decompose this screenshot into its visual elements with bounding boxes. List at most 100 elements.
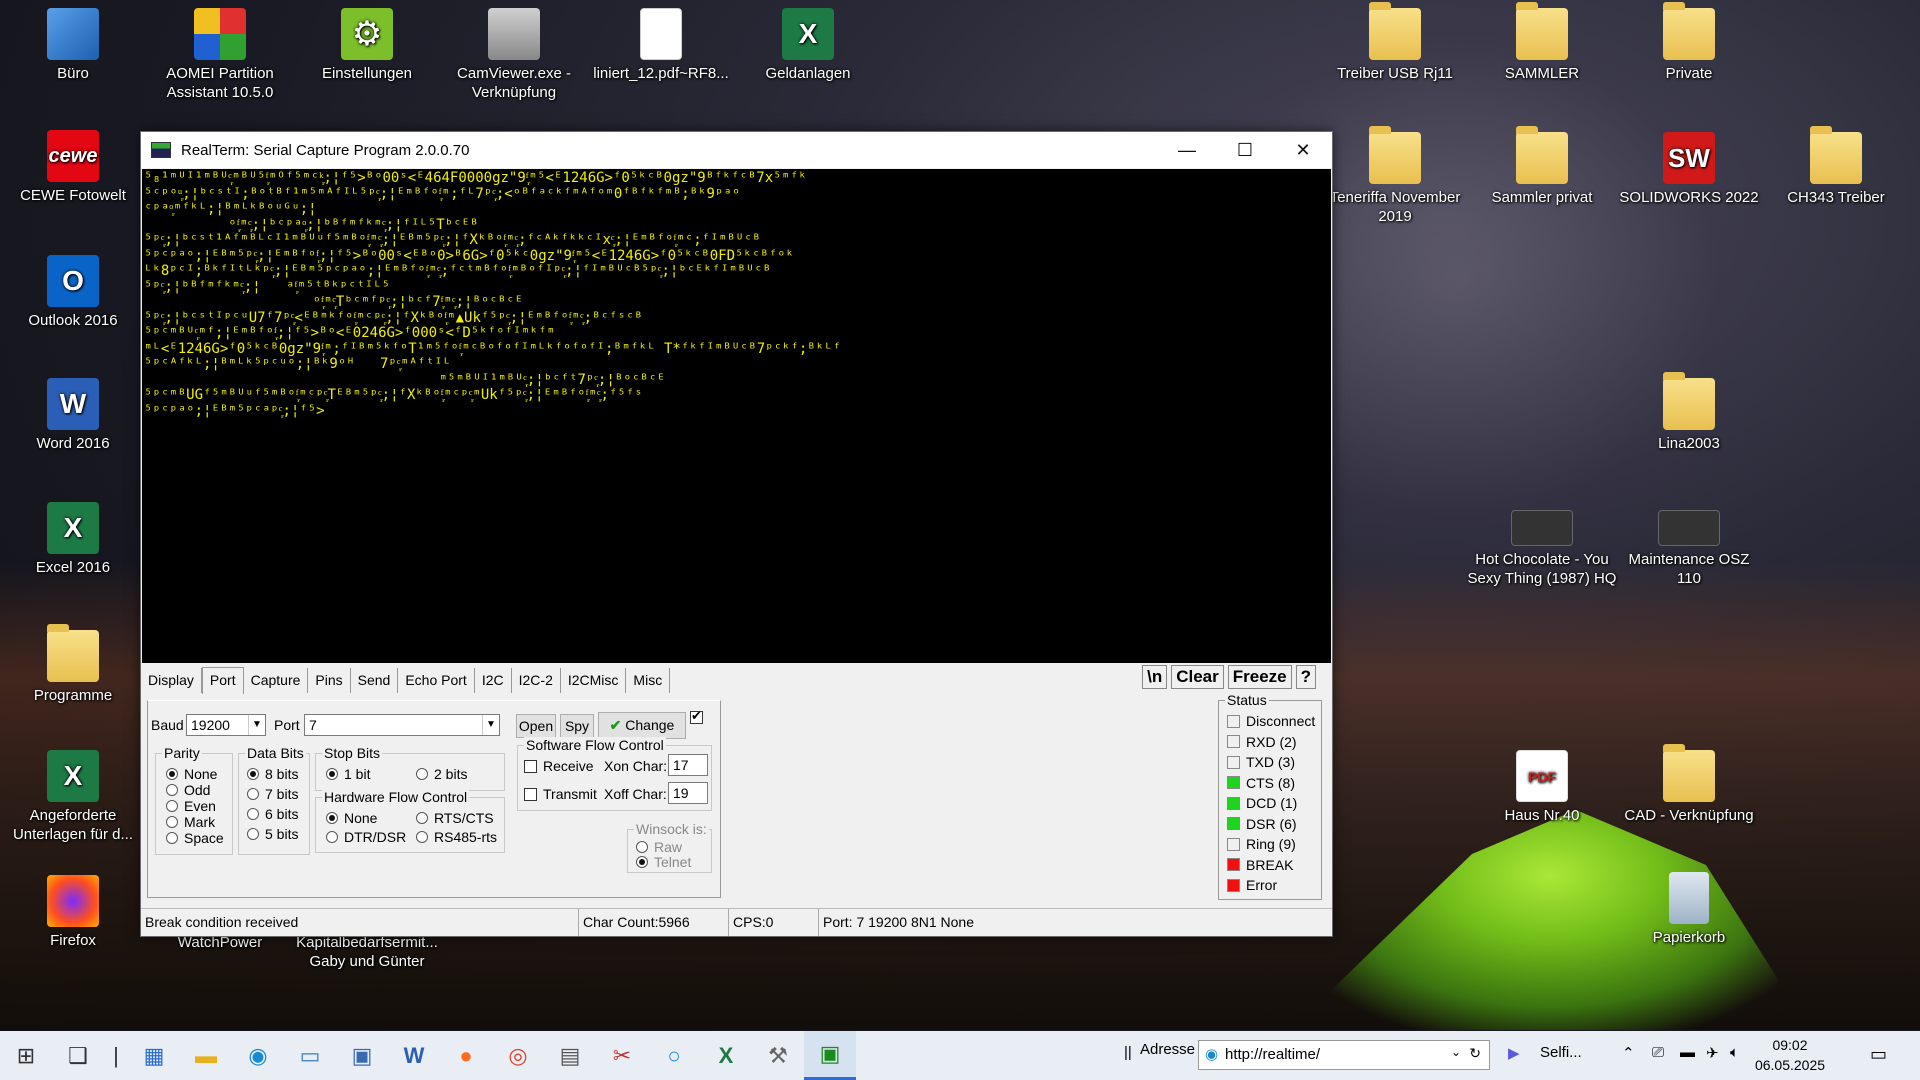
- desktop-icon-kapitalbedarf[interactable]: Kapitalbedarfsermit... Gaby und Günter: [287, 933, 447, 971]
- desktop-icon-treiber-usb[interactable]: Treiber USB Rj11: [1325, 2, 1465, 83]
- selfi-label[interactable]: Selfi...: [1540, 1044, 1582, 1061]
- desktop-icon-word[interactable]: W Word 2016: [3, 378, 143, 453]
- stop-bits-2-radio[interactable]: 2 bits: [416, 766, 467, 782]
- device-icon[interactable]: ⎚: [1652, 1044, 1664, 1061]
- help-button[interactable]: ?: [1295, 665, 1316, 689]
- tab-pins[interactable]: Pins: [308, 668, 351, 693]
- network-icon[interactable]: ✈: [1706, 1044, 1719, 1062]
- chevron-down-icon[interactable]: ⌄: [1451, 1045, 1461, 1059]
- cortana-icon[interactable]: ○: [648, 1031, 700, 1080]
- hw-flow-none-radio[interactable]: None: [326, 810, 377, 826]
- spy-button[interactable]: Spy: [560, 714, 594, 738]
- battery-icon[interactable]: ▬: [1680, 1044, 1695, 1061]
- status-row[interactable]: TXD (3): [1227, 754, 1295, 770]
- status-row[interactable]: DSR (6): [1227, 816, 1297, 832]
- desktop-icon-ch343[interactable]: CH343 Treiber: [1766, 126, 1906, 207]
- status-row[interactable]: Error: [1227, 877, 1277, 893]
- tab-echo-port[interactable]: Echo Port: [398, 668, 475, 693]
- hw-flow-rtscts-radio[interactable]: RTS/CTS: [416, 810, 494, 826]
- desktop-icon-excel[interactable]: X Excel 2016: [3, 502, 143, 577]
- open-button[interactable]: Open: [516, 714, 556, 738]
- desktop-icon-camviewer[interactable]: CamViewer.exe - Verknüpfung: [444, 8, 584, 102]
- video-icon[interactable]: ▶: [1508, 1044, 1520, 1062]
- realterm-taskbar-icon[interactable]: ▣: [804, 1031, 856, 1080]
- tab-send[interactable]: Send: [351, 668, 399, 693]
- desktop-icon-lina2003[interactable]: Lina2003: [1619, 372, 1759, 453]
- start-windows-icon[interactable]: ⊞: [0, 1031, 52, 1080]
- desktop-icon-sammler-privat[interactable]: Sammler privat: [1472, 126, 1612, 207]
- desktop-icon-unterlagen[interactable]: X Angeforderte Unterlagen für d...: [3, 750, 143, 844]
- notification-icon[interactable]: ▭: [1870, 1044, 1887, 1065]
- parity-even-radio[interactable]: Even: [166, 798, 216, 814]
- parity-space-radio[interactable]: Space: [166, 830, 224, 846]
- hw-flow-dtrdsr-radio[interactable]: DTR/DSR: [326, 829, 406, 845]
- sw-flow-transmit-checkbox[interactable]: Transmit: [524, 786, 597, 802]
- desktop-icon-hot-chocolate[interactable]: Hot Chocolate - You Sexy Thing (1987) HQ: [1462, 510, 1622, 588]
- tab-i2cmisc[interactable]: I2CMisc: [561, 668, 627, 693]
- desktop-icon-solidworks[interactable]: SW SOLIDWORKS 2022: [1619, 132, 1759, 207]
- calculator-icon[interactable]: ▤: [544, 1031, 596, 1080]
- minimize-button[interactable]: —: [1158, 132, 1216, 168]
- newline-button[interactable]: \n: [1142, 665, 1168, 689]
- firefox-taskbar-icon[interactable]: ●: [440, 1031, 492, 1080]
- xon-char-input[interactable]: 17: [668, 754, 708, 776]
- status-row[interactable]: RXD (2): [1227, 734, 1297, 750]
- store-icon[interactable]: ▦: [128, 1031, 180, 1080]
- stop-bits-1-radio[interactable]: 1 bit: [326, 766, 370, 782]
- port-select[interactable]: 7 ▼: [304, 714, 500, 736]
- desktop-icon-teneriffa[interactable]: Teneriffa November 2019: [1325, 126, 1465, 226]
- chrome-icon[interactable]: ◎: [492, 1031, 544, 1080]
- pc-icon[interactable]: ▭: [284, 1031, 336, 1080]
- tab-i2c[interactable]: I2C: [475, 668, 512, 693]
- volume-icon[interactable]: 🔈︎: [1730, 1044, 1739, 1061]
- close-button[interactable]: ✕: [1274, 132, 1332, 168]
- clock[interactable]: 09:02 06.05.2025: [1745, 1035, 1835, 1075]
- status-row[interactable]: Ring (9): [1227, 836, 1296, 852]
- change-button[interactable]: ✔ Change: [598, 712, 686, 739]
- desktop-icon-geldanlagen[interactable]: X Geldanlagen: [738, 8, 878, 83]
- status-row[interactable]: DCD (1): [1227, 795, 1297, 811]
- app-window-icon[interactable]: ▣: [336, 1031, 388, 1080]
- parity-odd-radio[interactable]: Odd: [166, 782, 210, 798]
- desktop-icon-private[interactable]: Private: [1619, 2, 1759, 83]
- data-bits-7-radio[interactable]: 7 bits: [247, 786, 298, 802]
- sw-flow-receive-checkbox[interactable]: Receive: [524, 758, 594, 774]
- address-input[interactable]: ◉ http://realtime/ ⌄ ↻: [1198, 1040, 1490, 1070]
- hw-flow-rs485-radio[interactable]: RS485-rts: [416, 829, 497, 845]
- parity-none-radio[interactable]: None: [166, 766, 217, 782]
- desktop-icon-sammler[interactable]: SAMMLER: [1472, 2, 1612, 83]
- desktop-icon-papierkorb[interactable]: Papierkorb: [1619, 872, 1759, 947]
- terminal-output[interactable]: ⁵₈¹ᵐᵁᴵ¹ᵐᴮᵁᶜ᷊ᵐᴮᵁ⁵ᶠ᷊ᵐᴼᶠ⁵ᵐᶜᵏ᷊;¦ᶠ⁵>ᴮᵒ00ˢ<ᴱ46…: [142, 169, 1331, 663]
- xoff-char-input[interactable]: 19: [668, 782, 708, 804]
- freeze-button[interactable]: Freeze: [1227, 665, 1292, 689]
- parity-mark-radio[interactable]: Mark: [166, 814, 215, 830]
- title-bar[interactable]: RealTerm: Serial Capture Program 2.0.0.7…: [141, 132, 1332, 168]
- status-row[interactable]: Disconnect: [1227, 713, 1315, 729]
- desktop-icon-firefox[interactable]: Firefox: [3, 875, 143, 950]
- winsock-telnet-radio[interactable]: Telnet: [636, 854, 691, 870]
- desktop-icon-liniert-pdf[interactable]: liniert_12.pdf~RF8...: [591, 8, 731, 83]
- word-taskbar-icon[interactable]: W: [388, 1031, 440, 1080]
- desktop-icon-cad[interactable]: CAD - Verknüpfung: [1619, 744, 1759, 825]
- tab-capture[interactable]: Capture: [244, 668, 309, 693]
- desktop-icon-programme[interactable]: Programme: [3, 624, 143, 705]
- refresh-icon[interactable]: ↻: [1469, 1045, 1481, 1062]
- snip-icon[interactable]: ✂: [596, 1031, 648, 1080]
- tab-i2c-2[interactable]: I2C-2: [512, 668, 561, 693]
- desktop-icon-maintenance[interactable]: Maintenance OSZ 110: [1619, 510, 1759, 588]
- clear-button[interactable]: Clear: [1171, 665, 1224, 689]
- chevron-up-icon[interactable]: ⌃: [1622, 1044, 1635, 1062]
- desktop-icon-cewe[interactable]: cewe CEWE Fotowelt: [3, 130, 143, 205]
- tab-misc[interactable]: Misc: [626, 668, 671, 693]
- desktop-icon-haus[interactable]: PDF Haus Nr.40: [1472, 750, 1612, 825]
- data-bits-5-radio[interactable]: 5 bits: [247, 826, 298, 842]
- change-auto-checkbox[interactable]: [690, 708, 703, 727]
- tool-icon[interactable]: ⚒: [752, 1031, 804, 1080]
- desktop-icon-aomei[interactable]: AOMEI Partition Assistant 10.5.0: [150, 8, 290, 102]
- status-row[interactable]: CTS (8): [1227, 775, 1295, 791]
- tab-port[interactable]: Port: [201, 667, 244, 694]
- data-bits-6-radio[interactable]: 6 bits: [247, 806, 298, 822]
- file-explorer-icon[interactable]: ▬: [180, 1031, 232, 1080]
- desktop-icon-buero[interactable]: Büro: [3, 8, 143, 83]
- data-bits-8-radio[interactable]: 8 bits: [247, 766, 298, 782]
